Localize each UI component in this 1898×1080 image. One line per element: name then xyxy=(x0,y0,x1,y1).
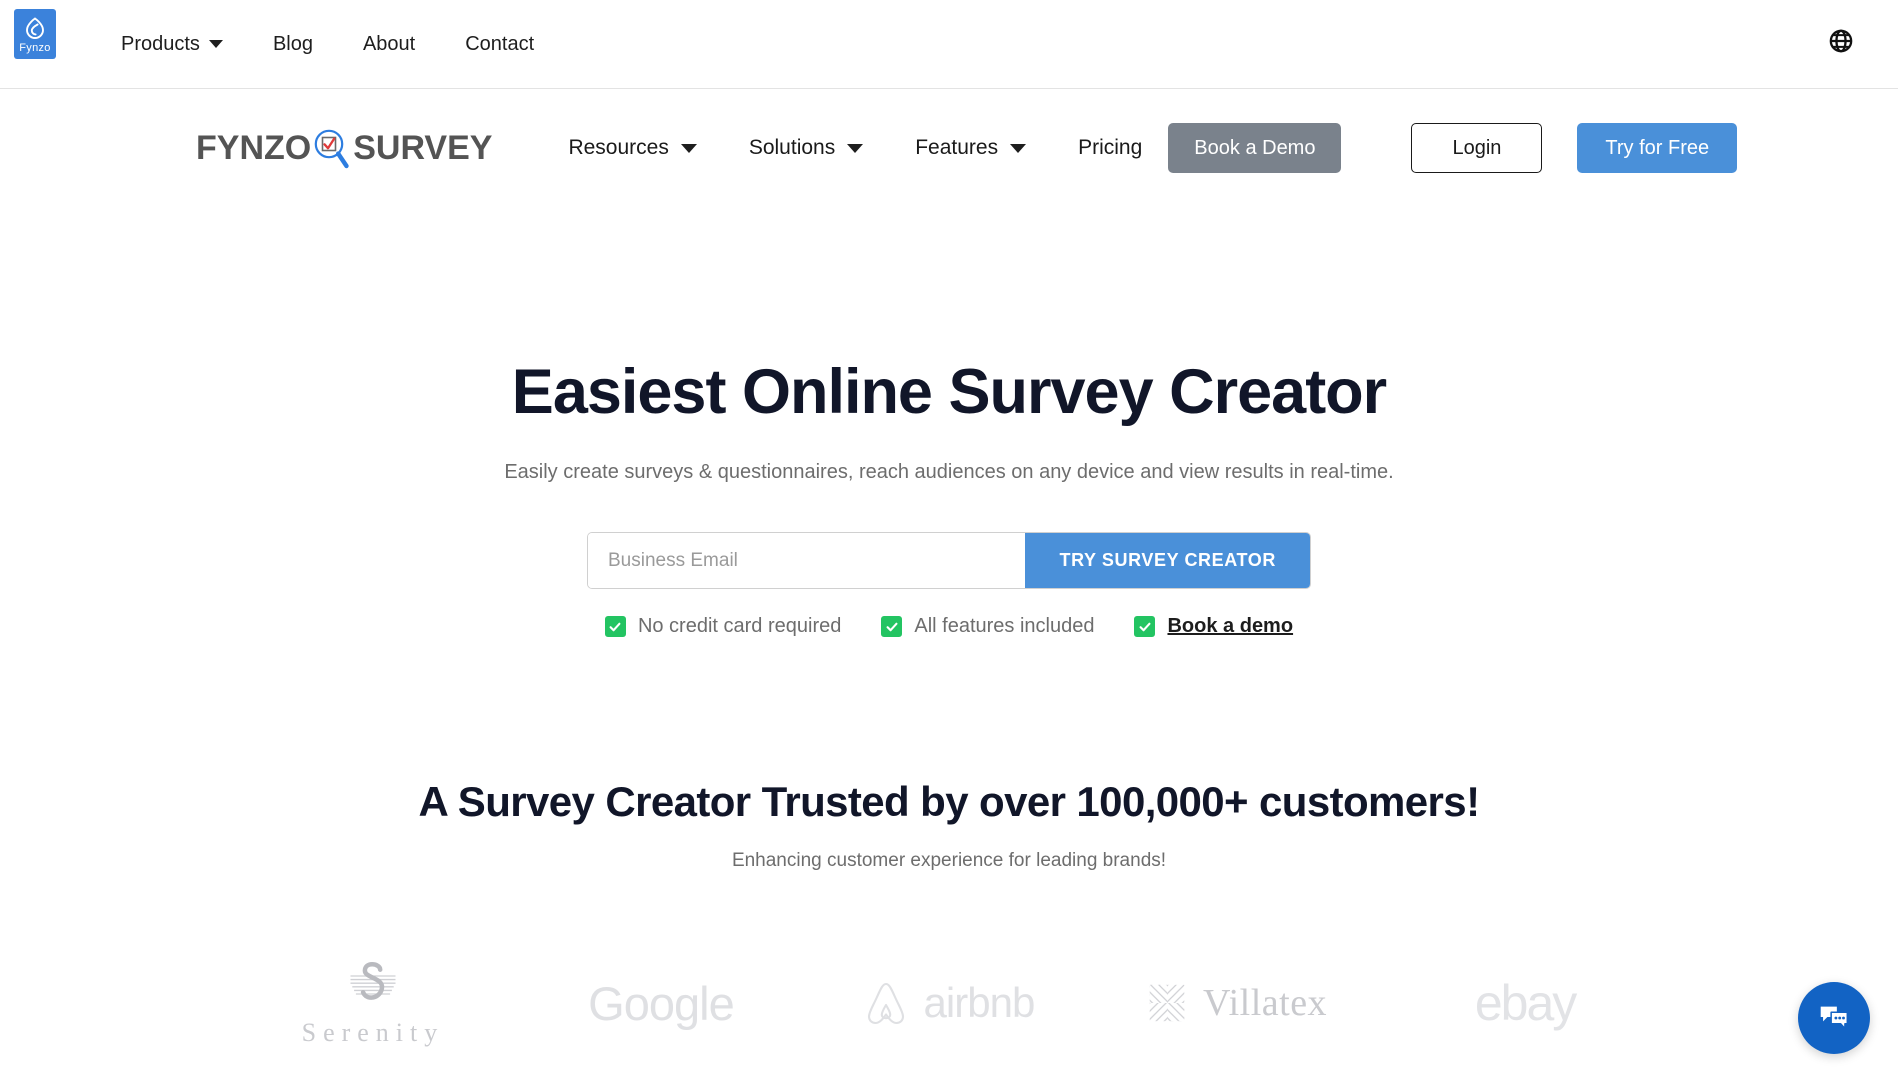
nav-label: Pricing xyxy=(1078,136,1143,159)
brand-label: Google xyxy=(588,976,735,1030)
brand-badge-label: Fynzo xyxy=(19,41,51,54)
nav-label: Solutions xyxy=(748,136,836,159)
brand-label: ebay xyxy=(1474,975,1577,1032)
brand-logo-strip: Serenity Google airbnb Villatex ebay xyxy=(0,958,1898,1048)
globe-icon xyxy=(1829,29,1853,53)
topnav-label: About xyxy=(362,32,416,55)
brand-logo-villatex: Villatex xyxy=(1147,958,1327,1048)
brand-label: airbnb xyxy=(923,979,1036,1027)
try-survey-creator-button[interactable]: TRY SURVEY CREATOR xyxy=(1025,533,1310,589)
chevron-down-icon xyxy=(847,143,864,153)
page-title: Easiest Online Survey Creator xyxy=(511,357,1387,427)
checkmark-glyph xyxy=(1139,622,1151,631)
topnav-item-products[interactable]: Products xyxy=(96,33,248,56)
check-icon xyxy=(881,616,903,638)
check-icon xyxy=(604,616,626,638)
logo-word-left: FYNZO xyxy=(196,129,312,167)
chevron-down-icon xyxy=(1010,143,1027,153)
perk-book-a-demo[interactable]: Book a demo xyxy=(1134,615,1293,638)
nav-label: Features xyxy=(915,136,999,159)
perk-label: No credit card required xyxy=(637,615,842,638)
nav-item-features[interactable]: Features xyxy=(889,136,1052,160)
perk-label: All features included xyxy=(914,615,1095,638)
check-icon xyxy=(1134,616,1156,638)
nav-action-buttons: Book a Demo Login Try for Free xyxy=(1168,123,1738,173)
topnav-label: Contact xyxy=(465,32,535,55)
chevron-down-icon xyxy=(208,40,223,48)
perk-all-features: All features included xyxy=(881,615,1094,638)
hero-subtitle: Easily create surveys & questionnaires, … xyxy=(504,461,1394,484)
chat-bubbles-icon xyxy=(1820,1006,1849,1030)
checkmark-glyph xyxy=(609,622,621,631)
brand-label: Serenity xyxy=(301,1018,445,1048)
chevron-down-icon xyxy=(680,143,697,153)
fynzo-brand-badge[interactable]: Fynzo xyxy=(14,9,56,59)
perk-no-credit-card: No credit card required xyxy=(604,615,842,638)
hero-perks: No credit card required All features inc… xyxy=(0,615,1898,638)
brand-logo-google: Google xyxy=(571,958,751,1048)
serenity-monogram-icon xyxy=(350,962,396,1000)
nav-item-pricing[interactable]: Pricing xyxy=(1052,136,1168,160)
topnav-item-about[interactable]: About xyxy=(338,33,440,56)
trust-title: A Survey Creator Trusted by over 100,000… xyxy=(418,778,1481,826)
topnav-label: Blog xyxy=(272,32,313,55)
nav-item-resources[interactable]: Resources xyxy=(542,136,722,160)
hero-section: Easiest Online Survey Creator Easily cre… xyxy=(0,207,1898,638)
utility-header: Fynzo Products Blog About Contact xyxy=(0,0,1898,89)
login-button[interactable]: Login xyxy=(1411,123,1543,173)
signup-row: TRY SURVEY CREATOR xyxy=(0,532,1898,590)
fynzo-flame-icon xyxy=(26,16,44,39)
topnav-item-contact[interactable]: Contact xyxy=(440,33,559,56)
nav-item-solutions[interactable]: Solutions xyxy=(723,136,889,160)
signup-form: TRY SURVEY CREATOR xyxy=(587,532,1311,590)
language-globe-button[interactable] xyxy=(1828,28,1854,54)
nav-label: Resources xyxy=(568,136,669,159)
book-a-demo-button[interactable]: Book a Demo xyxy=(1168,123,1342,173)
utility-nav: Products Blog About Contact xyxy=(96,33,559,56)
brand-logo-airbnb: airbnb xyxy=(859,958,1039,1048)
chat-widget-button[interactable] xyxy=(1798,982,1870,1054)
logo-word-right: SURVEY xyxy=(353,129,493,167)
brand-logo-ebay: ebay xyxy=(1435,958,1615,1048)
checkmark-glyph xyxy=(886,622,898,631)
try-for-free-button[interactable]: Try for Free xyxy=(1577,123,1738,173)
book-a-demo-link[interactable]: Book a demo xyxy=(1167,615,1293,638)
magnifier-checkbox-icon xyxy=(314,129,349,169)
trust-section: A Survey Creator Trusted by over 100,000… xyxy=(0,778,1898,1048)
main-nav-links: Resources Solutions Features Pricing xyxy=(542,136,1168,160)
main-navigation: FYNZO SURVEY Resources Solutions Feature… xyxy=(0,89,1898,207)
brand-logo-serenity: Serenity xyxy=(283,958,463,1048)
fynzo-survey-logo[interactable]: FYNZO SURVEY xyxy=(196,125,492,171)
brand-label: Villatex xyxy=(1202,982,1328,1025)
topnav-item-blog[interactable]: Blog xyxy=(248,33,338,56)
trust-subtitle: Enhancing customer experience for leadin… xyxy=(731,850,1167,872)
business-email-input[interactable] xyxy=(588,533,1026,589)
villatex-weave-icon xyxy=(1149,984,1185,1022)
topnav-label: Products xyxy=(121,32,200,55)
airbnb-belo-icon xyxy=(867,983,904,1025)
